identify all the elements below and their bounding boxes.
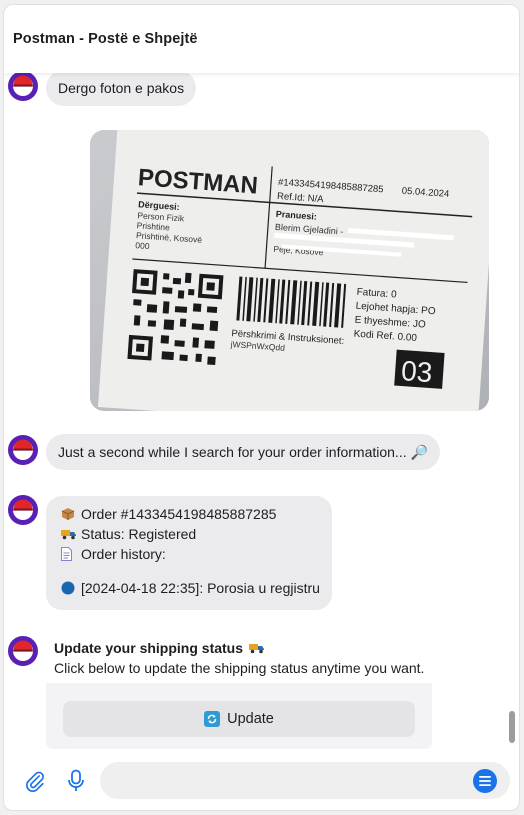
package-icon bbox=[61, 507, 81, 521]
postman-logo-icon bbox=[13, 499, 33, 520]
attach-button[interactable] bbox=[23, 769, 47, 793]
qr-code bbox=[127, 269, 224, 366]
microphone-icon bbox=[68, 769, 84, 791]
order-line: Order #1433454198485887285 bbox=[61, 504, 320, 524]
card-title-row: Update your shipping status bbox=[54, 640, 265, 656]
composer bbox=[4, 753, 519, 810]
history-entry-line: [2024-04-18 22:35]: Porosia u regjistru bbox=[61, 578, 320, 598]
label-sender-line: 000 bbox=[135, 240, 150, 251]
update-button[interactable]: Update bbox=[63, 701, 415, 737]
message-bubble: Dergo foton e pakos bbox=[46, 70, 197, 106]
order-history-entry: [2024-04-18 22:35]: Porosia u regjistru bbox=[81, 580, 320, 596]
status-line: Status: Registered bbox=[61, 524, 320, 544]
microphone-button[interactable] bbox=[64, 769, 88, 793]
order-number: Order #1433454198485887285 bbox=[81, 506, 277, 522]
blue-circle-icon bbox=[61, 581, 81, 595]
order-history-label: Order history: bbox=[81, 546, 166, 562]
bot-avatar bbox=[8, 495, 38, 525]
menu-button[interactable] bbox=[473, 769, 497, 793]
paperclip-icon bbox=[26, 771, 44, 792]
history-label-line: Order history: bbox=[61, 544, 320, 564]
shipping-label-image: POSTMAN #1433454198485887285 05.04.2024 … bbox=[90, 130, 489, 411]
postman-logo-icon bbox=[13, 75, 33, 96]
message-bubble: Just a second while I search for your or… bbox=[46, 434, 440, 470]
bot-avatar bbox=[8, 71, 38, 101]
bot-avatar bbox=[8, 636, 38, 666]
package-photo[interactable]: POSTMAN #1433454198485887285 05.04.2024 … bbox=[90, 130, 489, 411]
scrollbar-thumb[interactable] bbox=[509, 711, 515, 743]
truck-icon bbox=[61, 528, 81, 540]
update-button-label: Update bbox=[227, 711, 274, 727]
chat-title: Postman - Postë e Shpejtë bbox=[13, 31, 198, 47]
order-info-bubble: Order #1433454198485887285 Status: Regis… bbox=[46, 496, 332, 610]
card-description: Click below to update the shipping statu… bbox=[54, 660, 425, 676]
chat-header: Postman - Postë e Shpejtë bbox=[4, 5, 519, 73]
message-input[interactable] bbox=[100, 762, 510, 799]
card-actions: Update bbox=[46, 683, 432, 749]
order-status: Status: Registered bbox=[81, 526, 197, 542]
postman-logo-icon bbox=[13, 439, 33, 460]
chat-window: Postman - Postë e Shpejtë Dergo foton e … bbox=[3, 4, 520, 811]
postman-logo-icon bbox=[13, 640, 33, 661]
label-box-number: 03 bbox=[400, 355, 433, 388]
document-icon bbox=[61, 547, 81, 561]
truck-icon bbox=[249, 642, 265, 654]
shipping-status-card: Update your shipping status Click below … bbox=[46, 637, 432, 749]
refresh-icon bbox=[204, 711, 221, 727]
menu-icon bbox=[479, 776, 491, 786]
card-title: Update your shipping status bbox=[54, 640, 244, 656]
bot-avatar bbox=[8, 435, 38, 465]
